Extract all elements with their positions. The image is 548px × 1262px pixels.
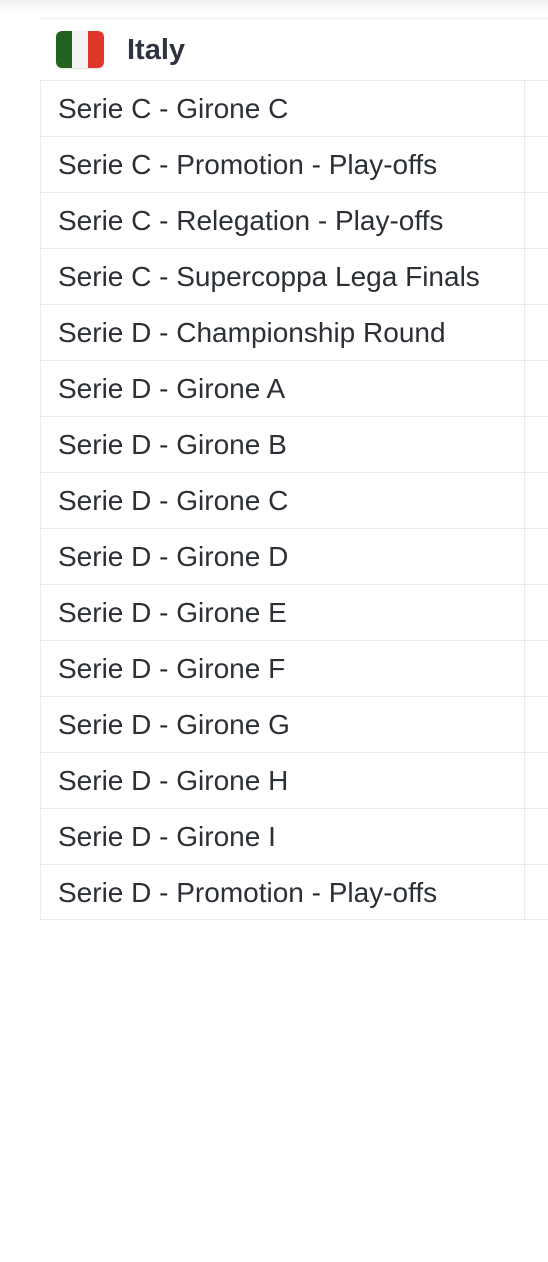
league-label: Serie D - Girone C — [58, 485, 289, 516]
top-edge — [0, 0, 548, 14]
italy-flag-icon — [56, 31, 104, 68]
league-label: Serie D - Girone F — [58, 653, 286, 684]
row-divider — [524, 137, 525, 192]
league-label: Serie D - Girone I — [58, 821, 276, 852]
row-divider — [524, 193, 525, 248]
league-item[interactable]: Serie D - Girone E — [41, 584, 548, 640]
league-label: Serie D - Girone E — [58, 597, 287, 628]
league-item[interactable]: Serie D - Girone H — [41, 752, 548, 808]
row-divider — [524, 585, 525, 640]
league-item[interactable]: Serie C - Promotion - Play-offs — [41, 136, 548, 192]
league-item[interactable]: Serie D - Girone C — [41, 472, 548, 528]
row-divider — [524, 417, 525, 472]
league-label: Serie D - Girone H — [58, 765, 289, 796]
country-name: Italy — [127, 34, 186, 66]
league-item[interactable]: Serie D - Girone D — [41, 528, 548, 584]
league-label: Serie D - Girone G — [58, 709, 290, 740]
league-label: Serie C - Relegation - Play-offs — [58, 205, 444, 236]
row-divider — [524, 865, 525, 919]
league-item[interactable]: Serie D - Girone I — [41, 808, 548, 864]
row-divider — [524, 81, 525, 136]
league-item[interactable]: Serie D - Girone G — [41, 696, 548, 752]
league-item[interactable]: Serie D - Promotion - Play-offs — [41, 864, 548, 920]
league-label: Serie D - Girone A — [58, 373, 286, 404]
league-label: Serie D - Championship Round — [58, 317, 446, 348]
league-label: Serie C - Supercoppa Lega Finals — [58, 261, 480, 292]
league-item[interactable]: Serie D - Girone A — [41, 360, 548, 416]
league-item[interactable]: Serie D - Championship Round — [41, 304, 548, 360]
league-item[interactable]: Serie C - Relegation - Play-offs — [41, 192, 548, 248]
row-divider — [524, 305, 525, 360]
row-divider — [524, 473, 525, 528]
row-divider — [524, 697, 525, 752]
country-header[interactable]: Italy — [40, 18, 548, 80]
league-label: Serie C - Girone C — [58, 93, 289, 124]
row-divider — [524, 529, 525, 584]
league-label: Serie D - Girone D — [58, 541, 289, 572]
league-item[interactable]: Serie D - Girone F — [41, 640, 548, 696]
league-list: Serie C - Girone C Serie C - Promotion - … — [40, 80, 548, 920]
row-divider — [524, 809, 525, 864]
row-divider — [524, 753, 525, 808]
row-divider — [524, 249, 525, 304]
row-divider — [524, 361, 525, 416]
league-label: Serie C - Promotion - Play-offs — [58, 149, 438, 180]
league-item[interactable]: Serie C - Girone C — [41, 80, 548, 136]
page: Italy Serie C - Girone C Serie C - Promot… — [0, 0, 548, 1262]
row-divider — [524, 641, 525, 696]
league-label: Serie D - Promotion - Play-offs — [58, 877, 438, 908]
league-item[interactable]: Serie C - Supercoppa Lega Finals — [41, 248, 548, 304]
league-item[interactable]: Serie D - Girone B — [41, 416, 548, 472]
league-label: Serie D - Girone B — [58, 429, 287, 460]
